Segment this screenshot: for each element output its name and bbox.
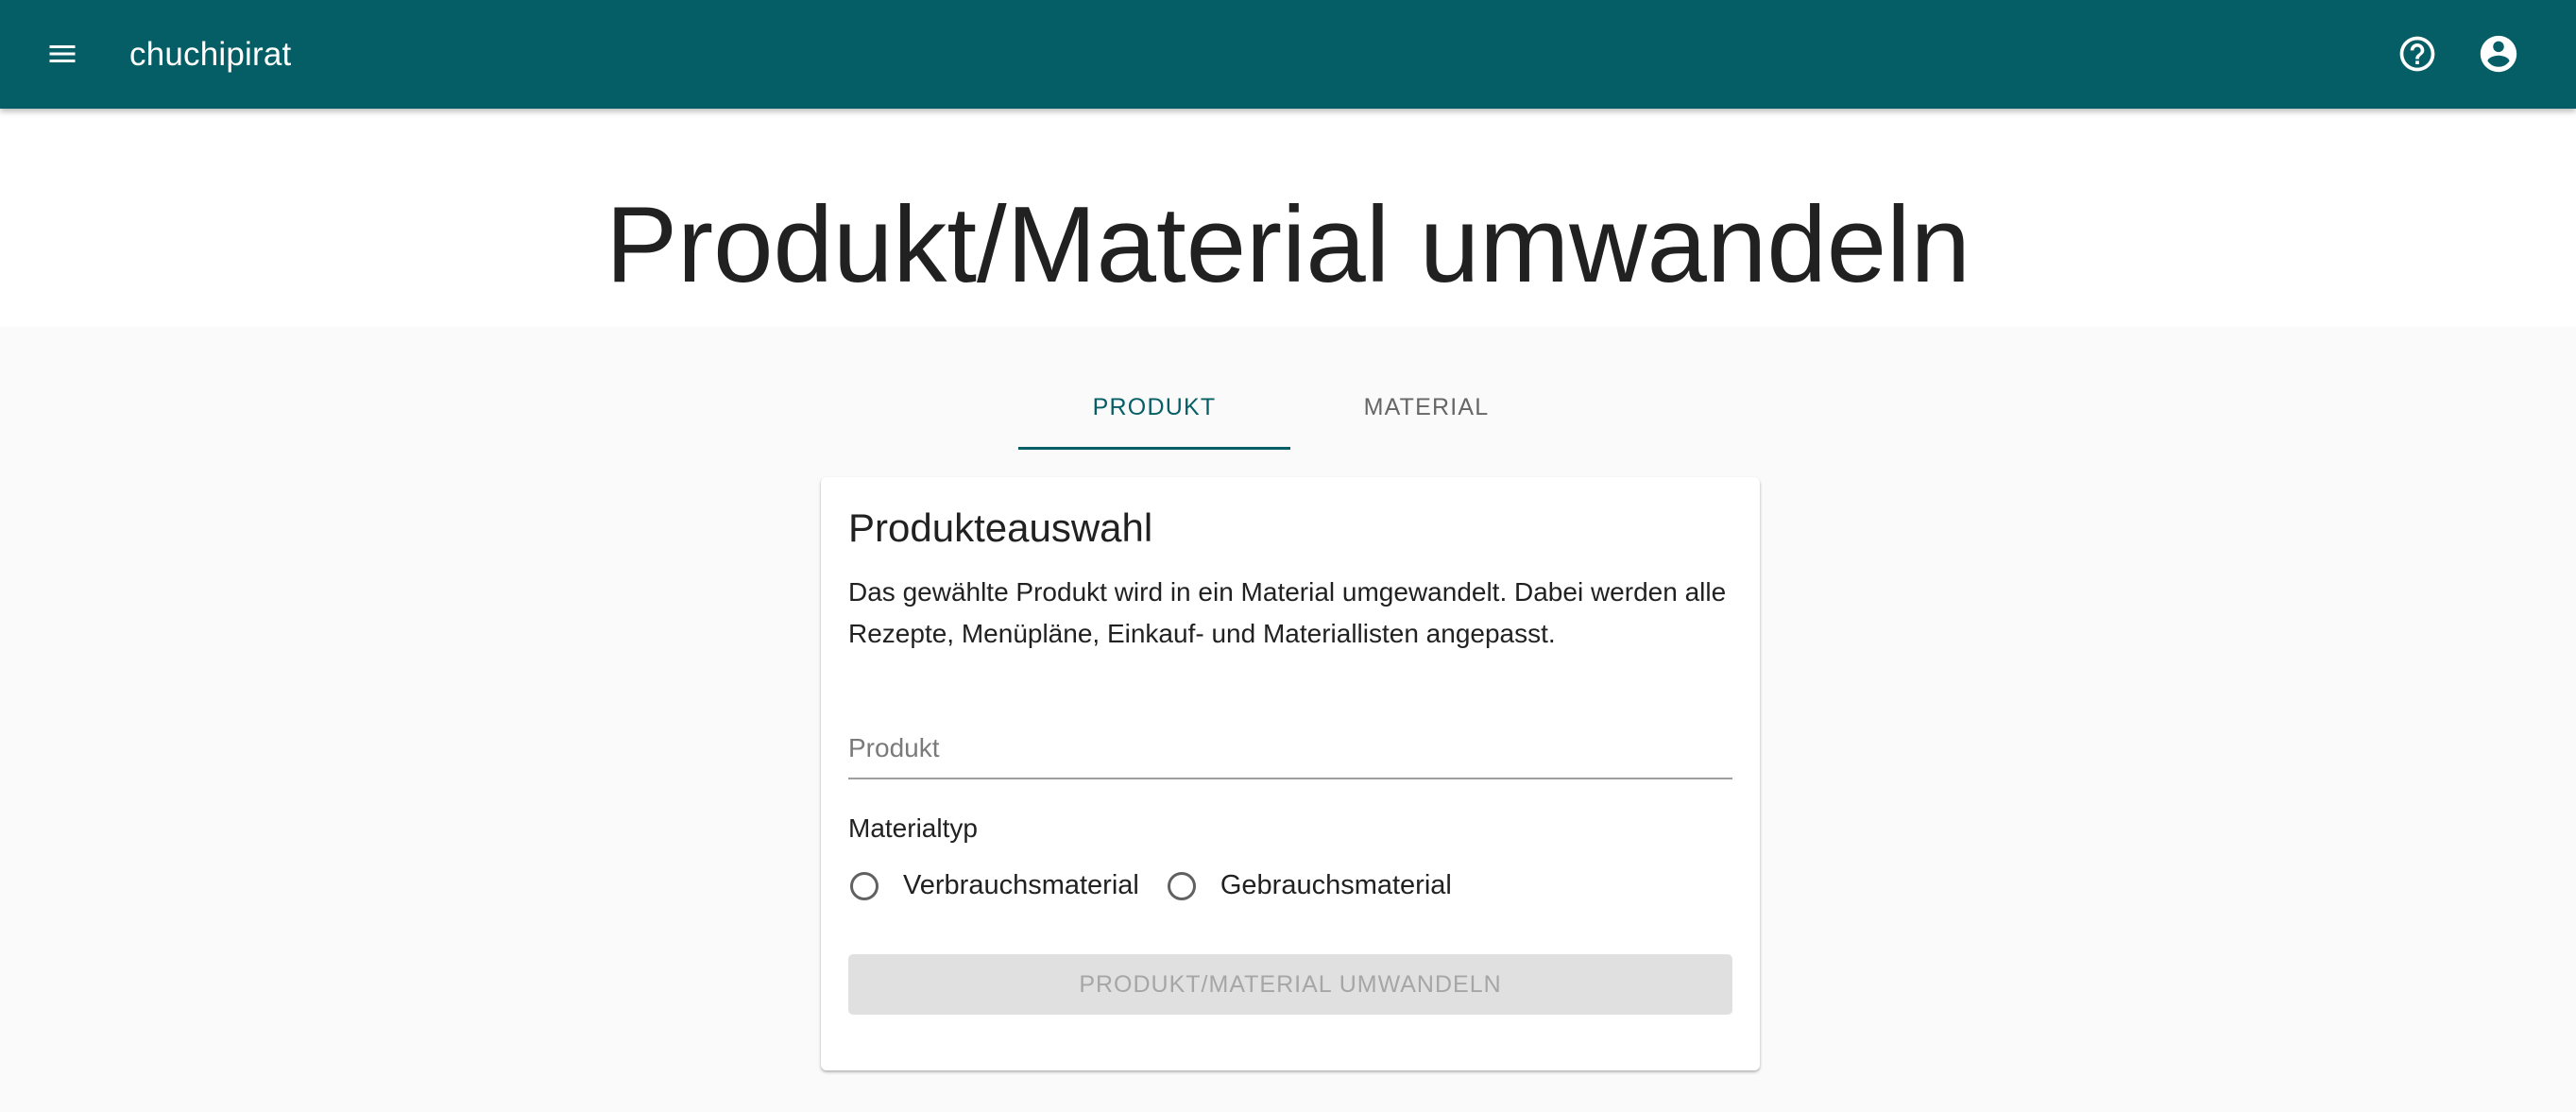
radio-verbrauchsmaterial[interactable]: Verbrauchsmaterial	[848, 870, 1139, 901]
product-selection-card: Produkteauswahl Das gewählte Produkt wir…	[821, 477, 1760, 1070]
page-header: Produkt/Material umwandeln	[0, 109, 2576, 327]
menu-icon	[49, 45, 76, 62]
tab-produkt[interactable]: PRODUKT	[1018, 365, 1290, 450]
help-button[interactable]	[2389, 26, 2446, 82]
app-bar: chuchipirat	[0, 0, 2576, 109]
tab-bar: PRODUKT MATERIAL	[1018, 365, 1562, 450]
card-title: Produkteauswahl	[848, 505, 1153, 550]
page-title: Produkt/Material umwandeln	[606, 185, 1970, 305]
tab-material[interactable]: MATERIAL	[1290, 365, 1562, 450]
radio-label-gebrauchsmaterial: Gebrauchsmaterial	[1220, 870, 1452, 900]
menu-button[interactable]	[34, 26, 91, 82]
material-type-label: Materialtyp	[848, 813, 978, 843]
radio-unchecked-icon[interactable]	[1167, 871, 1196, 900]
account-circle-icon	[2480, 35, 2517, 73]
help-circle-icon	[2399, 36, 2435, 72]
radio-unchecked-icon[interactable]	[850, 871, 879, 900]
product-field[interactable]	[848, 725, 1732, 779]
material-type-radio-group: Verbrauchsmaterial Gebrauchsmaterial	[848, 870, 1478, 901]
product-input[interactable]	[848, 725, 1732, 772]
convert-button[interactable]: PRODUKT/MATERIAL UMWANDELN	[848, 954, 1732, 1015]
card-description: Das gewählte Produkt wird in ein Materia…	[848, 577, 1727, 648]
radio-gebrauchsmaterial[interactable]: Gebrauchsmaterial	[1166, 870, 1452, 901]
radio-label-verbrauchsmaterial: Verbrauchsmaterial	[903, 870, 1139, 900]
account-button[interactable]	[2470, 26, 2527, 82]
app-title[interactable]: chuchipirat	[129, 0, 291, 109]
